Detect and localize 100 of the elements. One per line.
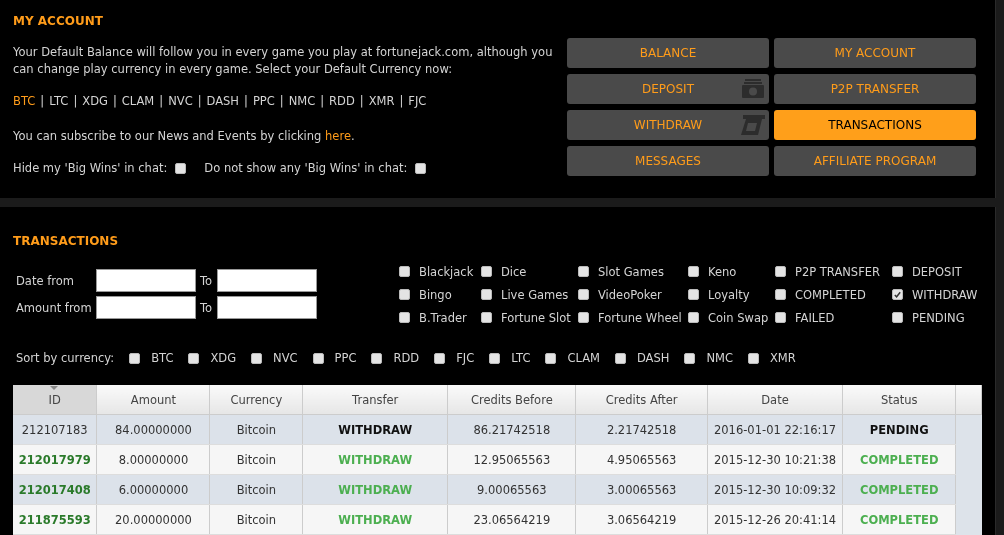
checkbox[interactable] <box>614 352 626 364</box>
checkbox[interactable] <box>578 266 589 277</box>
currency-link[interactable]: BTC <box>13 94 36 108</box>
table-cell: 4.95065563 <box>575 444 708 475</box>
nav-button[interactable]: BALANCE <box>567 38 769 68</box>
table-cell: 211875593 <box>13 504 97 535</box>
table-cell: 212017408 <box>13 474 97 505</box>
input-field[interactable] <box>217 269 317 292</box>
cash-icon <box>741 79 765 99</box>
checkbox-label: XMR <box>770 351 796 365</box>
checkbox[interactable] <box>481 266 492 277</box>
table-cell: Bitcoin <box>209 414 303 445</box>
input-field[interactable] <box>96 269 196 292</box>
table-cell: 23.06564219 <box>447 504 576 535</box>
checkbox-label: BTC <box>151 351 174 365</box>
checkbox[interactable] <box>129 352 141 364</box>
table-cell: 2015-12-30 10:09:32 <box>707 474 843 505</box>
checkbox-label: COMPLETED <box>795 287 866 302</box>
column-header[interactable]: Date <box>707 385 843 415</box>
nav-button[interactable]: MESSAGES <box>567 146 769 176</box>
checkbox-label: FAILED <box>795 310 835 325</box>
checkbox[interactable] <box>312 352 324 364</box>
table-cell: WITHDRAW <box>302 414 448 445</box>
input-field[interactable] <box>217 296 317 319</box>
checkbox[interactable] <box>578 289 589 300</box>
option-label: Hide my 'Big Wins' in chat: <box>13 161 168 175</box>
currency-link[interactable]: NVC <box>168 94 193 108</box>
nav-button[interactable]: MY ACCOUNT <box>774 38 976 68</box>
intro-text: Your Default Balance will follow you in every game you play at fortunejack.com, although you can change play currency in every game. Select your Default Currency now: <box>13 44 554 78</box>
field-label: Amount from <box>15 300 93 315</box>
column-header[interactable]: Credits After <box>575 385 708 415</box>
checkbox[interactable] <box>371 352 383 364</box>
currency-link[interactable]: RDD <box>329 94 355 108</box>
nav-button[interactable]: P2P TRANSFER <box>774 74 976 104</box>
sort-icon <box>50 386 58 390</box>
checkbox-label: DASH <box>636 351 670 365</box>
separator: | <box>197 94 202 108</box>
currency-link[interactable]: LTC <box>49 94 69 108</box>
checkbox-label: Fortune Slot <box>501 310 571 325</box>
checkbox[interactable] <box>688 266 699 277</box>
checkbox[interactable] <box>688 312 699 323</box>
separator: | <box>320 94 325 108</box>
checkbox-label: NVC <box>273 351 298 365</box>
table-cell: Bitcoin <box>209 444 303 475</box>
nav-button[interactable]: TRANSACTIONS <box>774 110 976 140</box>
checkbox[interactable] <box>775 312 786 323</box>
currency-link[interactable]: FJC <box>408 94 427 108</box>
checkbox-label: Fortune Wheel <box>598 310 682 325</box>
checkbox[interactable] <box>688 289 699 300</box>
checkbox[interactable] <box>578 312 589 323</box>
currency-link[interactable]: CLAM <box>121 94 155 108</box>
checkbox[interactable] <box>748 352 759 364</box>
checkbox[interactable] <box>399 266 410 277</box>
nav-button[interactable]: WITHDRAW <box>567 110 769 140</box>
checkbox[interactable] <box>415 162 427 174</box>
table-cell: 20.00000000 <box>96 504 210 535</box>
checkbox[interactable] <box>489 352 501 364</box>
checkbox[interactable] <box>481 289 492 300</box>
checkbox[interactable] <box>892 312 903 323</box>
checkbox[interactable] <box>892 289 903 300</box>
checkbox[interactable] <box>892 266 903 277</box>
checkbox-label: DEPOSIT <box>912 264 962 279</box>
nav-button[interactable]: DEPOSIT <box>567 74 769 104</box>
nav-button[interactable]: AFFILIATE PROGRAM <box>774 146 976 176</box>
checkbox[interactable] <box>684 352 696 364</box>
currency-link[interactable]: PPC <box>252 94 275 108</box>
table-cell: 2.21742518 <box>575 414 708 445</box>
checkbox[interactable] <box>251 352 263 364</box>
checkbox[interactable] <box>481 312 492 323</box>
input-field[interactable] <box>96 296 196 319</box>
checkbox-label: Coin Swap <box>708 310 769 325</box>
column-header[interactable]: Transfer <box>302 385 448 415</box>
checkbox-label: RDD <box>393 351 420 365</box>
currency-link[interactable]: XDG <box>82 94 108 108</box>
checkbox-label: Live Games <box>501 287 569 302</box>
separator: | <box>112 94 117 108</box>
checkbox[interactable] <box>175 162 187 174</box>
here-link[interactable]: here <box>325 129 351 143</box>
checkbox-label: LTC <box>511 351 531 365</box>
currency-link[interactable]: DASH <box>206 94 239 108</box>
checkbox[interactable] <box>775 289 786 300</box>
checkbox[interactable] <box>545 352 557 364</box>
checkbox[interactable] <box>399 312 410 323</box>
column-header[interactable]: Amount <box>96 385 210 415</box>
currency-link[interactable]: NMC <box>288 94 316 108</box>
checkbox[interactable] <box>775 266 786 277</box>
column-header[interactable]: Status <box>842 385 956 415</box>
checkbox[interactable] <box>434 352 446 364</box>
checkbox[interactable] <box>399 289 410 300</box>
receipt-icon <box>739 115 765 135</box>
checkbox-label: NMC <box>706 351 733 365</box>
table-cell: COMPLETED <box>842 504 956 535</box>
currency-link[interactable]: XMR <box>368 94 395 108</box>
column-header[interactable]: ID <box>13 385 97 415</box>
column-header[interactable]: Credits Before <box>447 385 576 415</box>
sort-label: Sort by currency: <box>16 351 115 365</box>
checkbox-label: VideoPoker <box>598 287 662 302</box>
checkbox[interactable] <box>188 352 200 364</box>
table-cell: 3.06564219 <box>575 504 708 535</box>
column-header[interactable]: Currency <box>209 385 303 415</box>
